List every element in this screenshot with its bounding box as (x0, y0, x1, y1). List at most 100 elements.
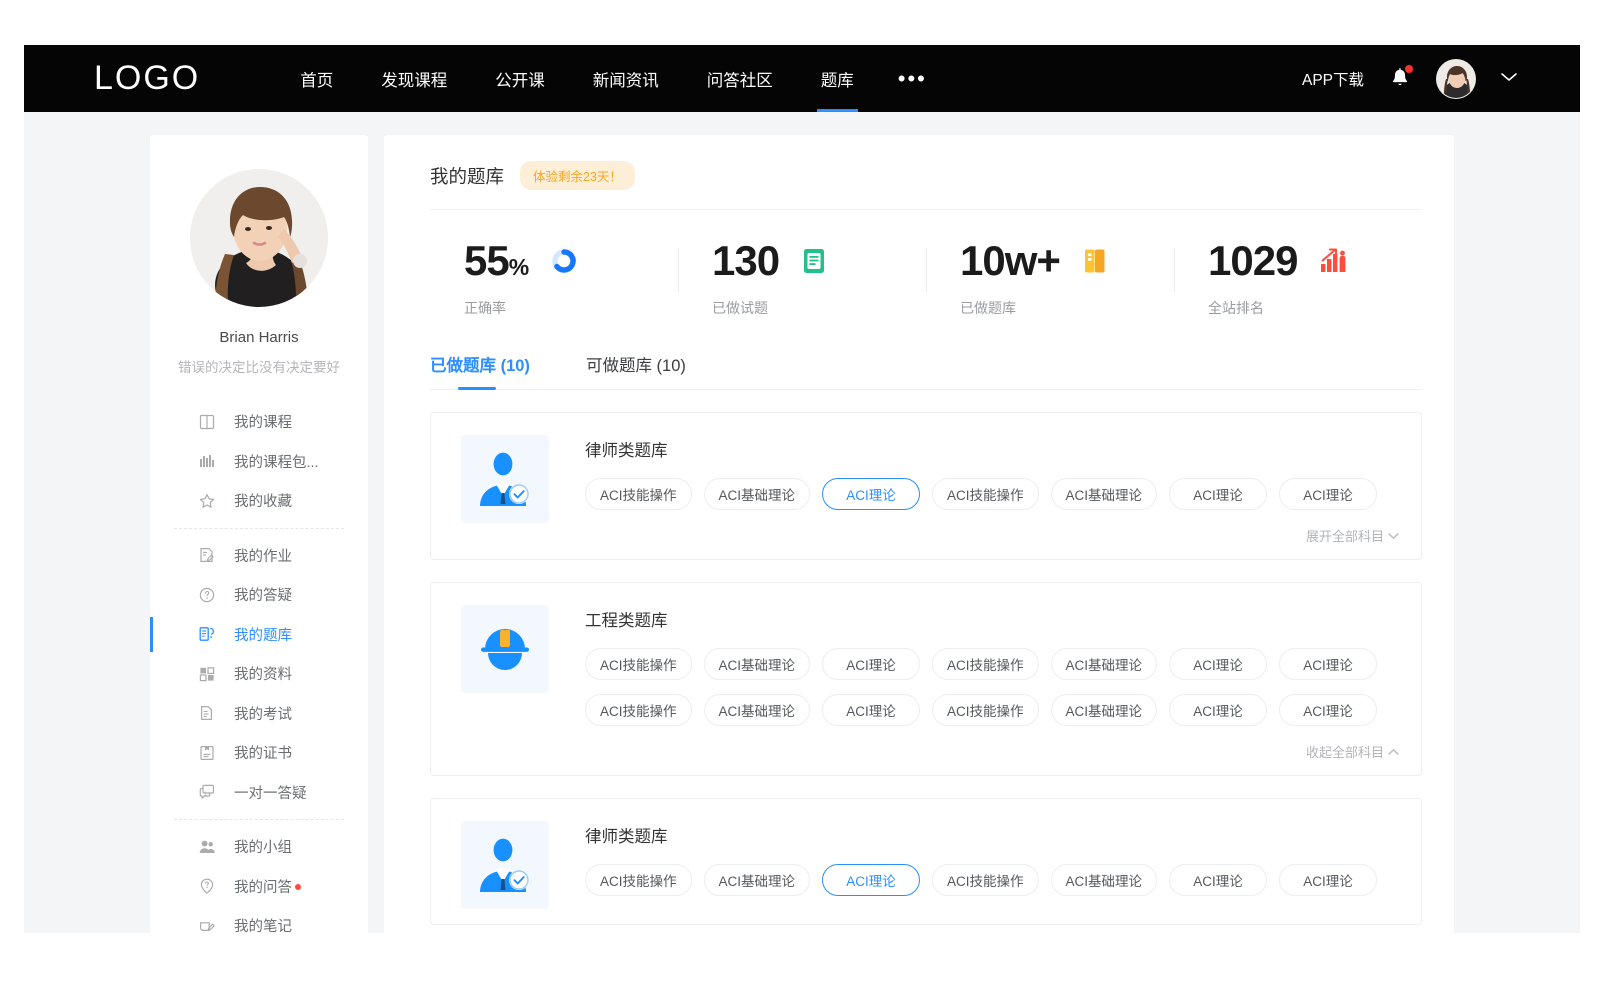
sidebar-item-2[interactable]: 我的收藏 (150, 481, 368, 521)
materials-icon (198, 665, 216, 683)
sidebar-item-12[interactable]: 我的小组 (150, 827, 368, 867)
subject-chip[interactable]: ACI技能操作 (932, 694, 1039, 726)
subject-chip[interactable]: ACI理论 (1169, 648, 1267, 680)
note-icon (198, 917, 216, 933)
sidebar-divider (174, 819, 344, 820)
subject-chip[interactable]: ACI基础理论 (1051, 864, 1158, 896)
sidebar-item-1[interactable]: 我的课程包... (150, 442, 368, 482)
profile-name: Brian Harris (150, 329, 368, 346)
card-thumbnail[interactable] (461, 821, 549, 909)
subject-chip[interactable]: ACI理论 (1279, 648, 1377, 680)
star-icon (198, 492, 216, 510)
sidebar-item-0[interactable]: 我的课程 (150, 402, 368, 442)
subject-chip[interactable]: ACI基础理论 (704, 864, 811, 896)
card-thumbnail[interactable] (461, 435, 549, 523)
question-circle-icon (198, 586, 216, 604)
sidebar-item-7[interactable]: 我的资料 (150, 654, 368, 694)
helmet-icon (475, 619, 535, 679)
site-logo[interactable]: LOGO (94, 59, 200, 98)
card-thumbnail[interactable] (461, 605, 549, 693)
subject-chip[interactable]: ACI理论 (1279, 478, 1377, 510)
subject-chip[interactable]: ACI理论 (822, 478, 920, 510)
sidebar-item-label: 我的答疑 (234, 584, 292, 605)
sidebar-menu: 我的课程我的课程包...我的收藏我的作业我的答疑我的题库我的资料我的考试我的证书… (150, 402, 368, 933)
subject-chip[interactable]: ACI基础理论 (1051, 694, 1158, 726)
profile-avatar[interactable] (190, 169, 328, 307)
sidebar-panel: Brian Harris 错误的决定比没有决定要好 我的课程我的课程包...我的… (150, 135, 368, 933)
subject-chip[interactable]: ACI基础理论 (1051, 478, 1158, 510)
nav-item-1[interactable]: 发现课程 (357, 45, 471, 112)
star-icon (198, 492, 216, 510)
subject-chip[interactable]: ACI基础理论 (704, 478, 811, 510)
subject-chip[interactable]: ACI理论 (822, 648, 920, 680)
subject-chip[interactable]: ACI技能操作 (932, 648, 1039, 680)
sidebar-item-14[interactable]: 我的笔记 (150, 906, 368, 933)
nav-item-0[interactable]: 首页 (276, 45, 357, 112)
sidebar-item-5[interactable]: 我的答疑 (150, 575, 368, 615)
sidebar-item-label: 我的资料 (234, 663, 292, 684)
package-icon (198, 452, 216, 470)
sidebar-item-9[interactable]: 我的证书 (150, 733, 368, 773)
lawyer-avatar-icon (474, 834, 536, 896)
qa-pin-icon (198, 877, 216, 895)
subject-chip[interactable]: ACI基础理论 (704, 694, 811, 726)
trial-status-badge: 体验剩余23天！ (520, 161, 635, 190)
subject-chips: ACI技能操作 ACI基础理论 ACI理论 ACI技能操作 ACI基础理论 ACI理论 AC… (585, 864, 1399, 896)
subject-chip[interactable]: ACI理论 (1169, 864, 1267, 896)
toggle-subjects-button[interactable]: 收起全部科目 (461, 742, 1399, 761)
question-bank-card: 工程类题库 ACI技能操作 ACI基础理论 ACI理论 ACI技能操作 ACI基础理论 AC… (430, 582, 1422, 776)
card-title: 工程类题库 (585, 607, 1399, 631)
stat-card-3: 1029全站排名 (1174, 240, 1422, 318)
stat-card-0: 55%正确率 (430, 240, 678, 318)
qa-pin-icon (198, 877, 216, 895)
sidebar-item-8[interactable]: 我的考试 (150, 694, 368, 734)
subject-chip[interactable]: ACI技能操作 (585, 478, 692, 510)
subject-chip[interactable]: ACI技能操作 (585, 648, 692, 680)
sidebar-divider (174, 528, 344, 529)
content-tabs: 已做题库 (10) 可做题库 (10) (430, 352, 1422, 390)
question-bank-list: 律师类题库ACI技能操作ACI基础理论ACI理论ACI技能操作ACI基础理论AC… (430, 412, 1422, 925)
tab-1[interactable]: 可做题库 (10) (586, 352, 686, 389)
subject-chip[interactable]: ACI理论 (822, 694, 920, 726)
subject-chip[interactable]: ACI理论 (1279, 864, 1377, 896)
nav-item-5[interactable]: 题库 (797, 45, 878, 112)
subject-chip-row: ACI技能操作 ACI基础理论 ACI理论 ACI技能操作 ACI基础理论 ACI理论 AC… (585, 478, 1399, 510)
user-avatar[interactable] (1436, 59, 1476, 99)
subject-chip[interactable]: ACI理论 (1169, 694, 1267, 726)
nav-more-button[interactable]: ••• (878, 45, 947, 112)
stat-label: 已做题库 (960, 298, 1174, 318)
book-icon (198, 413, 216, 431)
sidebar-item-4[interactable]: 我的作业 (150, 536, 368, 576)
subject-chip[interactable]: ACI基础理论 (704, 648, 811, 680)
homework-icon (198, 546, 216, 564)
subject-chip[interactable]: ACI理论 (1279, 694, 1377, 726)
subject-chip[interactable]: ACI基础理论 (1051, 648, 1158, 680)
stat-value-row: 1029 (1208, 240, 1422, 282)
account-chevron-down-icon[interactable] (1500, 70, 1518, 88)
subject-chip[interactable]: ACI理论 (822, 864, 920, 896)
sidebar-item-13[interactable]: 我的问答 (150, 867, 368, 907)
chevron-down-icon (1388, 532, 1399, 540)
subject-chip[interactable]: ACI技能操作 (932, 864, 1039, 896)
nav-item-3[interactable]: 新闻资讯 (569, 45, 683, 112)
toggle-subjects-button[interactable]: 展开全部科目 (461, 526, 1399, 545)
sidebar-item-6[interactable]: 我的题库 (150, 615, 368, 655)
nav-item-4[interactable]: 问答社区 (683, 45, 797, 112)
toggle-subjects-label: 展开全部科目 (1306, 526, 1384, 545)
red-rank-icon (1319, 248, 1347, 274)
subject-chip[interactable]: ACI技能操作 (932, 478, 1039, 510)
subject-chip[interactable]: ACI理论 (1169, 478, 1267, 510)
sidebar-item-10[interactable]: 1一对一答疑 (150, 773, 368, 813)
subject-chip[interactable]: ACI技能操作 (585, 694, 692, 726)
nav-item-2[interactable]: 公开课 (471, 45, 569, 112)
card-title: 律师类题库 (585, 437, 1399, 461)
notification-bell-button[interactable] (1388, 66, 1412, 92)
subject-chip[interactable]: ACI技能操作 (585, 864, 692, 896)
stat-value: 130 (712, 240, 779, 282)
sidebar-item-label: 我的考试 (234, 703, 292, 724)
card-main: 律师类题库ACI技能操作ACI基础理论ACI理论ACI技能操作ACI基础理论AC… (461, 435, 1399, 524)
tab-0[interactable]: 已做题库 (10) (430, 352, 530, 389)
app-download-link[interactable]: APP下载 (1302, 68, 1364, 90)
page-body: Brian Harris 错误的决定比没有决定要好 我的课程我的课程包...我的… (24, 112, 1580, 933)
unread-dot (295, 884, 301, 890)
